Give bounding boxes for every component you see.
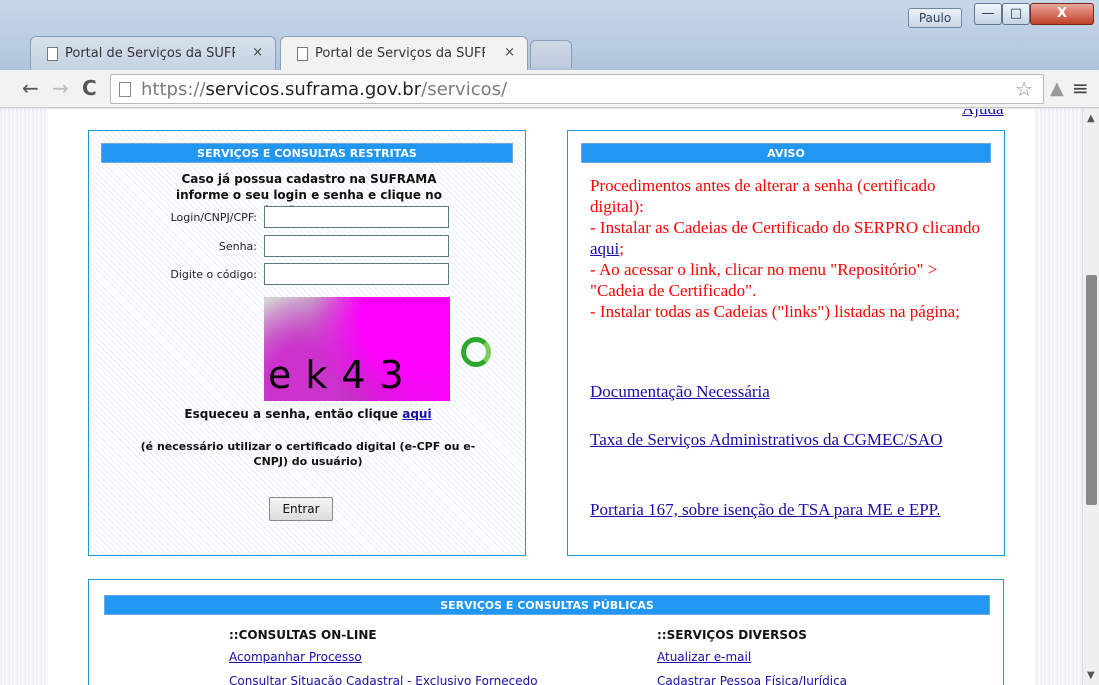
scroll-up-icon[interactable]: ▲ xyxy=(1087,113,1095,124)
reload-icon[interactable]: C xyxy=(82,77,97,99)
online-queries-heading: ::CONSULTAS ON-LINE xyxy=(229,628,377,642)
refresh-captcha-icon[interactable] xyxy=(461,337,491,367)
minimize-button[interactable]: — xyxy=(974,3,1002,25)
password-input[interactable] xyxy=(264,235,449,257)
help-link[interactable]: Ajuda xyxy=(962,109,1004,119)
url-text: https://servicos.suframa.gov.br/servicos… xyxy=(141,79,507,100)
public-services-panel: SERVIÇOS E CONSULTAS PÚBLICAS ::CONSULTA… xyxy=(88,579,1004,685)
login-label: Login/CNPJ/CPF: xyxy=(170,211,257,224)
forward-icon[interactable]: → xyxy=(52,77,69,99)
tab-label: Portal de Serviços da SUFRAMA xyxy=(315,46,485,61)
captcha-image: ek43 xyxy=(264,297,450,401)
page-icon xyxy=(297,47,308,61)
captcha-text: ek43 xyxy=(268,353,418,397)
update-email-link[interactable]: Atualizar e-mail xyxy=(657,650,751,664)
forgot-password-text: Esqueceu a senha, então clique aqui xyxy=(129,407,487,421)
track-process-link[interactable]: Acompanhar Processo xyxy=(229,650,362,664)
tab-close-icon[interactable]: × xyxy=(252,45,263,60)
certificate-note: (é necessário utilizar o certificado dig… xyxy=(140,440,476,468)
menu-icon[interactable]: ≡ xyxy=(1072,76,1089,100)
scroll-down-icon[interactable]: ▼ xyxy=(1087,670,1095,681)
page-viewport: Ajuda SERVIÇOS E CONSULTAS RESTRITAS Cas… xyxy=(0,109,1082,685)
notice-line-4: - Instalar todas as Cadeias ("links") li… xyxy=(590,302,960,321)
serpro-link[interactable]: aqui xyxy=(590,239,619,258)
portaria-link[interactable]: Portaria 167, sobre isenção de TSA para … xyxy=(590,499,982,520)
login-submit-button[interactable]: Entrar xyxy=(269,497,333,521)
notice-panel: AVISO Procedimentos antes de alterar a s… xyxy=(567,130,1005,556)
url-path: /servicos/ xyxy=(421,79,508,100)
new-tab-button[interactable] xyxy=(530,40,572,68)
registration-status-link[interactable]: Consultar Situação Cadastral - Exclusivo… xyxy=(229,674,538,685)
login-input[interactable] xyxy=(264,206,449,228)
url-scheme: https:// xyxy=(141,79,206,100)
maximize-button[interactable]: □ xyxy=(1002,3,1030,25)
notice-line-2: - Instalar as Cadeias de Certificado do … xyxy=(590,218,980,258)
panel-header: SERVIÇOS E CONSULTAS RESTRITAS xyxy=(101,143,513,163)
page-icon xyxy=(119,82,131,97)
notice-line-2-text: - Instalar as Cadeias de Certificado do … xyxy=(590,218,980,237)
password-label: Senha: xyxy=(218,240,257,253)
tab-portal-2-active[interactable]: Portal de Serviços da SUFRAMA × xyxy=(280,36,528,70)
page-icon xyxy=(47,47,58,61)
address-bar[interactable]: https://servicos.suframa.gov.br/servicos… xyxy=(110,74,1044,104)
url-host: servicos.suframa.gov.br xyxy=(205,79,422,100)
browser-toolbar: ← → C https://servicos.suframa.gov.br/se… xyxy=(0,70,1099,108)
tab-portal-1[interactable]: Portal de Serviços da SUFRAMA × xyxy=(30,36,276,70)
profile-badge[interactable]: Paulo xyxy=(908,8,962,28)
scroll-thumb[interactable] xyxy=(1086,275,1097,505)
forgot-password-prefix: Esqueceu a senha, então clique xyxy=(184,407,403,421)
tsa-fees-link[interactable]: Taxa de Serviços Administrativos da CGME… xyxy=(590,429,982,450)
code-label: Digite o código: xyxy=(170,268,257,281)
page-content: Ajuda SERVIÇOS E CONSULTAS RESTRITAS Cas… xyxy=(48,109,1034,685)
restricted-services-panel: SERVIÇOS E CONSULTAS RESTRITAS Caso já p… xyxy=(88,130,526,556)
notice-line-3: - Ao acessar o link, clicar no menu "Rep… xyxy=(590,260,938,300)
vertical-scrollbar[interactable]: ▲ ▼ xyxy=(1082,109,1099,685)
misc-services-heading: ::SERVIÇOS DIVERSOS xyxy=(657,628,807,642)
panel-header: SERVIÇOS E CONSULTAS PÚBLICAS xyxy=(104,595,990,615)
tab-close-icon[interactable]: × xyxy=(504,45,515,60)
bookmark-star-icon[interactable]: ☆ xyxy=(1015,77,1033,101)
forgot-password-link[interactable]: aqui xyxy=(402,407,431,421)
close-window-button[interactable]: X xyxy=(1030,3,1094,25)
notice-text: Procedimentos antes de alterar a senha (… xyxy=(590,175,982,322)
captcha-input[interactable] xyxy=(264,263,449,285)
window-titlebar: Paulo — □ X Portal de Serviços da SUFRAM… xyxy=(0,0,1099,72)
notice-line-1: Procedimentos antes de alterar a senha (… xyxy=(590,176,936,216)
tab-label: Portal de Serviços da SUFRAMA xyxy=(65,46,235,61)
panel-header: AVISO xyxy=(581,143,991,163)
drive-extension-icon[interactable]: ▲ xyxy=(1050,78,1064,99)
documentation-link[interactable]: Documentação Necessária xyxy=(590,381,982,402)
back-icon[interactable]: ← xyxy=(22,77,39,99)
register-person-link[interactable]: Cadastrar Pessoa Física/Jurídica xyxy=(657,674,847,685)
